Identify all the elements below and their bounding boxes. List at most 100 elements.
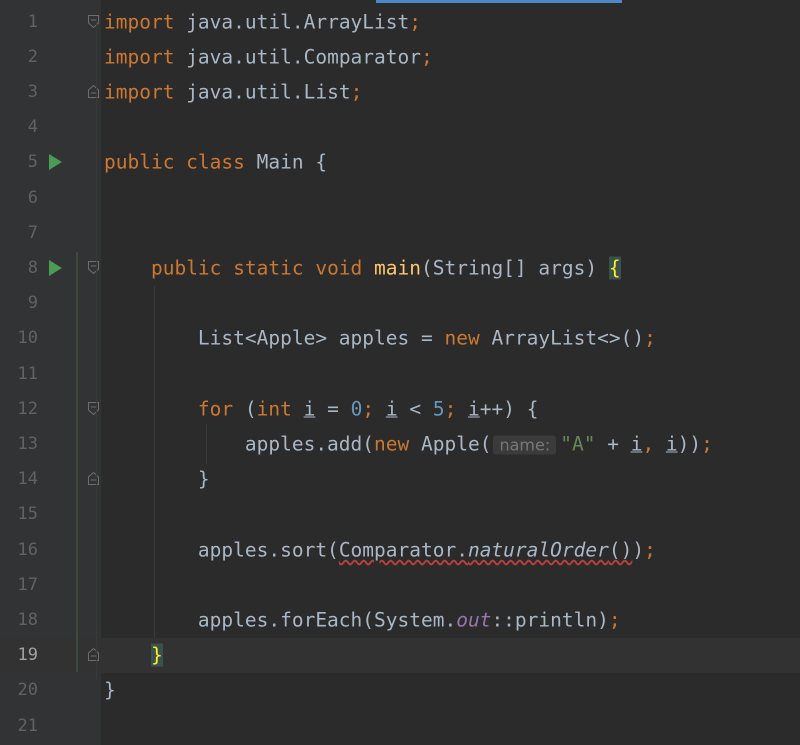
code-line-6[interactable]: 6 [0, 180, 800, 215]
code-token: naturalOrder [467, 538, 609, 562]
gutter-cell: 9 [0, 286, 101, 321]
indent-guide [206, 424, 207, 464]
code-line-5[interactable]: 5 public class Main { [0, 145, 800, 180]
code-text[interactable]: apples.sort(Comparator.naturalOrder()); [104, 538, 656, 561]
fold-icon[interactable] [88, 401, 99, 415]
fold-icon[interactable] [88, 648, 99, 662]
run-icon[interactable] [49, 154, 62, 171]
code-line-17[interactable]: 17 [0, 567, 800, 602]
gutter-cell: 14 [0, 462, 101, 497]
code-line-8[interactable]: 8 public static void main(String[] args)… [0, 250, 800, 285]
gutter-cell: 8 [0, 250, 101, 285]
code-line-21[interactable]: 21 [0, 708, 800, 743]
line-number: 16 [17, 539, 38, 560]
horizontal-scroll-indicator[interactable] [376, 0, 622, 3]
gutter-cell: 13 [0, 426, 101, 461]
code-line-11[interactable]: 11 [0, 356, 800, 391]
code-token: ; [644, 538, 656, 562]
vcs-change-marker [76, 252, 78, 672]
gutter-cell: 17 [0, 567, 101, 602]
code-text[interactable]: import java.util.ArrayList; [104, 10, 421, 33]
code-token: import [104, 45, 175, 69]
code-line-10[interactable]: 10 List<Apple> apples = new ArrayList<>(… [0, 321, 800, 356]
code-line-4[interactable]: 4 [0, 110, 800, 145]
matched-brace: { [608, 256, 621, 280]
fold-icon[interactable] [88, 14, 99, 28]
code-token: + [595, 432, 631, 456]
code-editor[interactable]: 1 import java.util.ArrayList; 2 import java… [0, 0, 800, 745]
matched-brace: } [150, 643, 163, 667]
code-token: apples.add( [104, 432, 375, 456]
code-token: ) [632, 538, 645, 562]
code-text[interactable]: import java.util.List; [104, 80, 362, 103]
code-text[interactable]: } [104, 679, 116, 702]
code-token: Apple( [421, 432, 492, 456]
code-line-2[interactable]: 2 import java.util.Comparator; [0, 39, 800, 74]
code-text[interactable]: import java.util.Comparator; [104, 45, 433, 68]
code-token: new [444, 326, 492, 350]
gutter-cell: 10 [0, 321, 101, 356]
gutter-cell: 6 [0, 180, 101, 215]
parameter-hint: name: [493, 435, 557, 455]
indent-guide [154, 286, 155, 638]
line-number: 14 [17, 469, 38, 490]
line-number: 2 [27, 46, 38, 67]
line-number: 17 [17, 574, 38, 595]
gutter-cell: 11 [0, 356, 101, 391]
code-text[interactable]: public static void main(String[] args) { [104, 256, 621, 280]
code-text[interactable]: } [104, 643, 163, 667]
code-token: "A" [560, 432, 596, 456]
code-token: new [374, 432, 421, 456]
code-token: apples.forEach(System. [104, 608, 457, 632]
code-line-20[interactable]: 20} [0, 673, 800, 708]
line-number: 18 [17, 609, 38, 630]
run-icon[interactable] [49, 259, 62, 276]
code-token: import [104, 80, 175, 104]
code-token: ; [409, 10, 422, 34]
gutter-cell: 19 [0, 637, 101, 673]
code-token: 5 [432, 397, 445, 421]
gutter-cell: 3 [0, 74, 101, 109]
code-line-14[interactable]: 14 } [0, 462, 800, 497]
code-token: apples.sort( [104, 538, 339, 562]
code-line-7[interactable]: 7 [0, 215, 800, 250]
code-line-1[interactable]: 1 import java.util.ArrayList; [0, 4, 800, 39]
code-text[interactable]: apples.add(new Apple(name: "A" + i, i)); [104, 432, 713, 455]
code-text[interactable]: apples.forEach(System.out::println); [104, 608, 621, 631]
gutter-cell: 2 [0, 39, 101, 74]
code-token: ; [362, 397, 386, 421]
code-token: out [456, 608, 492, 632]
gutter-cell: 12 [0, 391, 101, 426]
code-text[interactable]: } [104, 468, 210, 491]
code-token: public class [104, 150, 257, 174]
line-number: 15 [17, 504, 38, 525]
fold-icon[interactable] [88, 472, 99, 486]
code-token: } [104, 678, 116, 702]
fold-icon[interactable] [88, 260, 99, 274]
code-text[interactable]: List<Apple> apples = new ArrayList<>(); [104, 327, 656, 350]
line-number: 21 [17, 715, 38, 736]
line-number: 6 [27, 187, 38, 208]
code-token: ::println) [491, 608, 609, 632]
code-line-16[interactable]: 16 apples.sort(Comparator.naturalOrder()… [0, 532, 800, 567]
line-number: 20 [17, 680, 38, 701]
code-line-13[interactable]: 13 apples.add(new Apple(name: "A" + i, i)… [0, 426, 800, 461]
code-token: 0 [350, 397, 363, 421]
code-token: for [197, 397, 245, 421]
gutter-cell: 1 [0, 4, 101, 39]
code-line-18[interactable]: 18 apples.forEach(System.out::println); [0, 602, 800, 637]
code-text[interactable]: for (int i = 0; i < 5; i++) { [104, 397, 539, 420]
code-line-15[interactable]: 15 [0, 497, 800, 532]
fold-icon[interactable] [88, 84, 99, 98]
code-text[interactable]: public class Main { [104, 151, 327, 174]
code-line-9[interactable]: 9 [0, 286, 800, 321]
code-token: ; [350, 80, 363, 104]
code-line-12[interactable]: 12 for (int i = 0; i < 5; i++) { [0, 391, 800, 426]
code-token: Main { [256, 150, 328, 174]
code-token: List<Apple> apples = [104, 326, 445, 350]
line-number: 5 [27, 152, 38, 173]
code-line-19[interactable]: 19 } [0, 637, 800, 673]
code-line-3[interactable]: 3 import java.util.List; [0, 74, 800, 109]
line-number: 4 [27, 117, 38, 138]
